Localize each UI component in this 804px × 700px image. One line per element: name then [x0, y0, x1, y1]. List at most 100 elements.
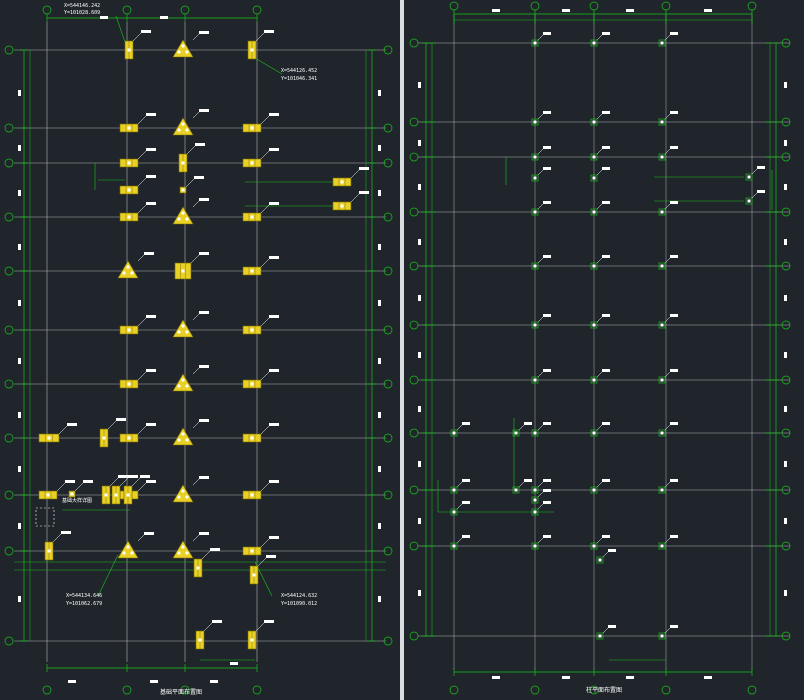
column-tag-mark — [543, 422, 551, 425]
column-mark — [660, 210, 664, 214]
dimension-text-mark — [378, 412, 381, 418]
column-mark — [127, 48, 131, 52]
column-tag-leader — [537, 148, 544, 155]
column-tag-leader — [537, 424, 544, 431]
footing-triangle-body — [172, 206, 194, 225]
column-mark — [660, 264, 664, 268]
axis-bubble — [409, 261, 419, 271]
column-tag-mark — [602, 167, 610, 170]
footing-tag-mark — [199, 476, 209, 479]
column-tag-mark — [602, 422, 610, 425]
column-mark — [181, 378, 185, 382]
axis-bubble — [661, 685, 671, 695]
column-mark — [452, 431, 456, 435]
dimension-text-mark — [418, 140, 421, 146]
axis-bubble — [409, 117, 419, 127]
coord-label-left-bottom-y: Y=101062.679 — [66, 601, 102, 607]
leader-line — [254, 57, 283, 75]
axis-bubble — [4, 546, 14, 556]
dimension-text-mark — [18, 244, 21, 250]
footing-tag-leader — [350, 193, 360, 203]
column-tag-leader — [456, 503, 463, 510]
column-mark — [660, 120, 664, 124]
column-mark — [130, 271, 134, 275]
column-mark — [533, 41, 537, 45]
column-mark — [747, 175, 751, 179]
footing-tag-leader — [137, 254, 145, 262]
column-tag-mark — [543, 146, 551, 149]
dimension-text-mark — [18, 90, 21, 96]
footing-tag-mark — [269, 202, 279, 205]
axis-bubble — [252, 685, 262, 695]
column-tag-leader — [596, 169, 603, 176]
footing-tag-mark — [264, 30, 274, 33]
column-mark — [660, 41, 664, 45]
column-mark — [592, 176, 596, 180]
column-tag-leader — [537, 316, 544, 323]
column-mark — [533, 210, 537, 214]
column-tag-mark — [670, 422, 678, 425]
column-tag-leader — [596, 424, 603, 431]
column-mark — [102, 436, 106, 440]
axis-bubble — [4, 123, 14, 133]
footing-pad — [242, 423, 279, 443]
dimension-text-mark — [784, 352, 787, 358]
column-mark — [514, 488, 518, 492]
column-mark — [126, 493, 130, 497]
dimension-text-mark — [704, 676, 712, 679]
axis-bubble — [449, 1, 459, 11]
column-tag-mark — [602, 111, 610, 114]
footing-triangle-body — [172, 117, 194, 136]
axis-bubble — [4, 433, 14, 443]
column-tag-mark — [602, 201, 610, 204]
dimension-text-mark — [210, 680, 218, 683]
footing-tag-mark — [199, 198, 209, 201]
footing-tag-leader — [192, 367, 200, 375]
column-mark — [598, 558, 602, 562]
column-tag-leader — [537, 491, 544, 498]
footing-pad — [119, 148, 156, 168]
footing-tag-leader — [56, 482, 66, 492]
axis-bubble — [4, 325, 14, 335]
footing-tag-mark — [269, 423, 279, 426]
footing-pad — [332, 167, 369, 187]
column-mark — [185, 217, 189, 221]
footing-tag-mark — [146, 369, 156, 372]
column-mark — [660, 323, 664, 327]
footing-tag-mark — [359, 191, 369, 194]
footing-symbols — [35, 30, 369, 650]
coord-label-top-y: Y=101028.609 — [64, 10, 100, 16]
footing-tag-mark — [116, 418, 126, 421]
footing-tag-mark — [269, 369, 279, 372]
column-tag-leader — [751, 168, 758, 175]
footing-tag-mark — [140, 475, 150, 478]
column-mark — [185, 330, 189, 334]
footing-tag-mark — [199, 109, 209, 112]
footing-tag-mark — [269, 256, 279, 259]
detail-box — [35, 507, 55, 527]
footing-tag-mark — [269, 480, 279, 483]
footing-tag-leader — [192, 534, 200, 542]
column-mark — [533, 498, 537, 502]
footing-pad — [249, 555, 276, 585]
footing-pad — [242, 113, 279, 133]
dimension-text-mark — [418, 295, 421, 301]
footing-tag-leader — [192, 421, 200, 429]
column-mark — [592, 378, 596, 382]
axis-bubble — [661, 1, 671, 11]
footing-tag-mark — [269, 536, 279, 539]
footing-tag-leader — [131, 477, 141, 487]
footing-pad — [124, 30, 151, 60]
column-tag-mark — [543, 255, 551, 258]
column-mark — [127, 382, 131, 386]
dimension-text-mark — [784, 590, 787, 596]
column-axis-bubbles — [409, 1, 791, 695]
dimension-text-mark — [418, 518, 421, 524]
footing-triangle-body — [172, 39, 194, 58]
column-marker — [658, 479, 678, 494]
footing-tag-mark — [144, 252, 154, 255]
column-mark — [177, 495, 181, 499]
footing-tag-mark — [128, 475, 138, 478]
column-tag-leader — [596, 371, 603, 378]
footing-tag-mark — [83, 480, 93, 483]
